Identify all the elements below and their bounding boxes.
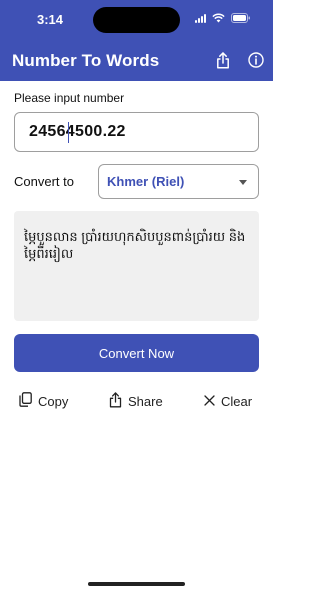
screen: 3:14 Number To Words Please input number… [0,0,273,592]
share-label: Share [128,393,163,409]
text-caret [68,122,69,143]
share-icon[interactable] [214,51,232,69]
result-text: ម្ភៃបួនលាន ប្រាំរយហុកសិបបួនពាន់ប្រាំរយ ន… [24,229,246,261]
convert-to-label: Convert to [14,174,74,189]
page-title: Number To Words [12,51,160,70]
status-time: 3:14 [37,12,64,27]
clear-label: Clear [221,393,253,409]
app-header: 3:14 Number To Words [0,0,273,81]
signal-icon [195,13,206,23]
close-icon [204,394,215,409]
battery-icon [231,13,251,23]
number-input[interactable]: 24564500.22 [14,112,259,152]
dynamic-island [93,7,180,33]
number-input-value: 24564500.22 [29,123,126,140]
clear-button[interactable]: Clear [204,393,252,409]
currency-selected-value: Khmer (Riel) [107,174,185,189]
wifi-icon [212,13,225,23]
share-icon [109,391,122,411]
convert-now-button[interactable]: Convert Now [14,334,259,372]
copy-icon [19,392,32,410]
copy-label: Copy [38,393,69,409]
copy-button[interactable]: Copy [19,392,69,410]
currency-dropdown[interactable]: Khmer (Riel) [98,164,259,199]
input-label: Please input number [14,91,125,105]
home-indicator[interactable] [88,582,185,586]
share-button[interactable]: Share [109,391,163,411]
status-icons [195,13,251,23]
result-output: ម្ភៃបួនលាន ប្រាំរយហុកសិបបួនពាន់ប្រាំរយ ន… [14,211,259,321]
info-icon[interactable] [247,51,265,69]
chevron-down-icon [239,180,247,185]
